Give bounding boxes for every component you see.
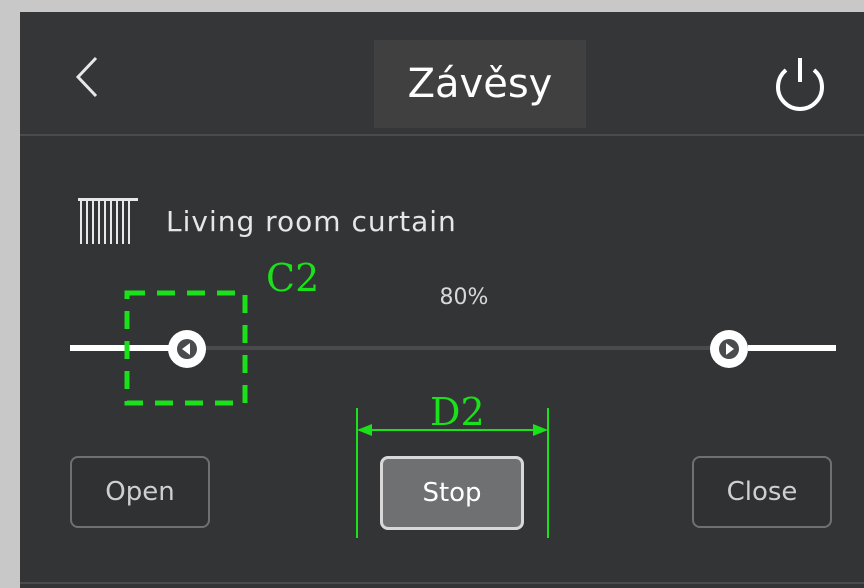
curtain-icon: [78, 198, 138, 244]
chevron-left-icon: [75, 56, 98, 98]
bottom-divider: [20, 582, 864, 584]
curtain-slider[interactable]: [20, 312, 864, 392]
power-icon: [776, 58, 824, 111]
curtain-control-screen: Závěsy Living room curtain 80% Open Stop…: [20, 12, 864, 588]
arrow-left-icon: [177, 339, 197, 359]
device-label: Living room curtain: [166, 205, 457, 238]
open-button[interactable]: Open: [70, 456, 210, 528]
arrow-right-icon: [719, 339, 739, 359]
slider-value-label: 80%: [439, 285, 489, 310]
annotation-d2: D2: [430, 390, 485, 434]
back-button[interactable]: [68, 52, 108, 102]
slider-fill-right: [748, 345, 836, 351]
slider-left-handle[interactable]: [168, 330, 206, 368]
page-title: Závěsy: [407, 61, 553, 107]
stop-button[interactable]: Stop: [380, 456, 524, 530]
power-button[interactable]: [768, 52, 832, 116]
header: Závěsy: [20, 12, 864, 136]
slider-right-handle[interactable]: [710, 330, 748, 368]
close-button[interactable]: Close: [692, 456, 832, 528]
annotation-c2: C2: [266, 256, 320, 300]
